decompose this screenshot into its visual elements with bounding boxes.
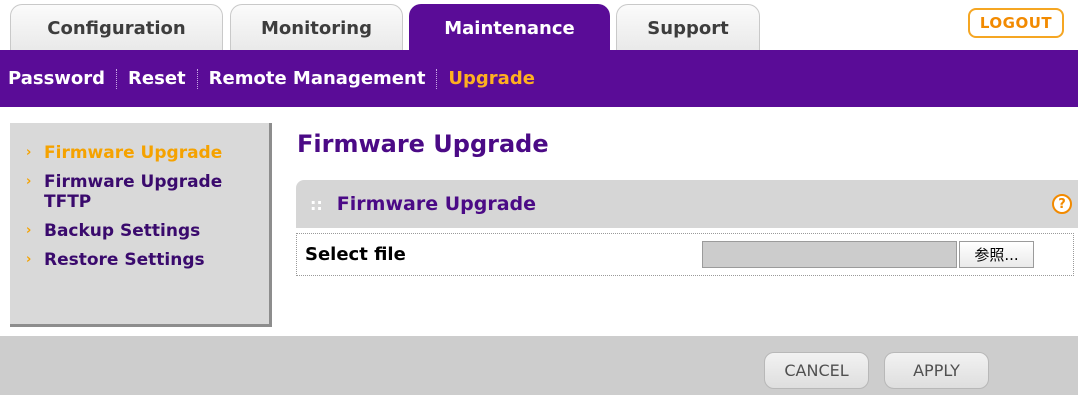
section-title: Firmware Upgrade bbox=[336, 193, 537, 215]
tab-monitoring-label: Monitoring bbox=[261, 17, 372, 39]
sidebar-item-firmware-upgrade[interactable]: › Firmware Upgrade bbox=[10, 143, 269, 163]
logout-button[interactable]: LOGOUT bbox=[968, 8, 1064, 38]
sidebar-menu: › Firmware Upgrade › Firmware Upgrade TF… bbox=[10, 123, 272, 327]
sidebar-item-label: Firmware Upgrade bbox=[44, 143, 223, 163]
sidebar-item-label: Restore Settings bbox=[44, 250, 205, 270]
browse-button[interactable]: 参照... bbox=[959, 241, 1034, 268]
menu-arrow-icon: › bbox=[26, 252, 32, 267]
menu-arrow-icon: › bbox=[26, 145, 32, 160]
tab-support-label: Support bbox=[647, 17, 729, 39]
subnav-reset[interactable]: Reset bbox=[128, 68, 186, 89]
menu-arrow-icon: › bbox=[26, 223, 32, 238]
footer-bar: CANCEL APPLY bbox=[0, 336, 1078, 395]
menu-arrow-icon: › bbox=[26, 174, 32, 189]
sidebar-item-label: Backup Settings bbox=[44, 221, 201, 241]
apply-button-label: APPLY bbox=[913, 361, 960, 380]
grip-dots-icon: :: bbox=[310, 194, 323, 214]
section-header: :: Firmware Upgrade ? bbox=[296, 180, 1078, 228]
browse-button-label: 参照... bbox=[974, 246, 1019, 264]
top-tab-bar: Configuration Monitoring Maintenance Sup… bbox=[0, 0, 1078, 51]
tab-maintenance[interactable]: Maintenance bbox=[409, 4, 610, 51]
logout-button-label: LOGOUT bbox=[979, 14, 1053, 32]
subnav-upgrade[interactable]: Upgrade bbox=[448, 68, 535, 89]
sidebar-item-firmware-upgrade-tftp[interactable]: › Firmware Upgrade TFTP bbox=[10, 172, 269, 212]
select-file-row: Select file 参照... bbox=[296, 233, 1074, 276]
help-icon[interactable]: ? bbox=[1052, 194, 1072, 214]
tab-support[interactable]: Support bbox=[616, 4, 760, 51]
sidebar-item-backup-settings[interactable]: › Backup Settings bbox=[10, 221, 269, 241]
tab-configuration[interactable]: Configuration bbox=[10, 4, 223, 51]
firmware-upgrade-section: :: Firmware Upgrade ? Select file 参照... bbox=[296, 180, 1078, 280]
router-admin-page: Configuration Monitoring Maintenance Sup… bbox=[0, 0, 1078, 395]
subnav-separator bbox=[436, 68, 438, 89]
subnav-remote-management[interactable]: Remote Management bbox=[209, 68, 426, 89]
subnav-password[interactable]: Password bbox=[8, 68, 105, 89]
cancel-button-label: CANCEL bbox=[784, 361, 849, 380]
cancel-button[interactable]: CANCEL bbox=[764, 352, 869, 389]
sidebar-item-label: Firmware Upgrade TFTP bbox=[44, 172, 223, 212]
sub-navigation: Password Reset Remote Management Upgrade bbox=[0, 50, 1078, 107]
apply-button[interactable]: APPLY bbox=[884, 352, 989, 389]
tab-monitoring[interactable]: Monitoring bbox=[230, 4, 403, 51]
page-title: Firmware Upgrade bbox=[297, 130, 549, 158]
file-path-input[interactable] bbox=[702, 241, 957, 268]
sidebar-item-restore-settings[interactable]: › Restore Settings bbox=[10, 250, 269, 270]
tab-maintenance-label: Maintenance bbox=[444, 17, 575, 39]
select-file-label: Select file bbox=[305, 244, 406, 265]
tab-configuration-label: Configuration bbox=[47, 17, 186, 39]
subnav-separator bbox=[116, 68, 118, 89]
subnav-separator bbox=[196, 68, 198, 89]
